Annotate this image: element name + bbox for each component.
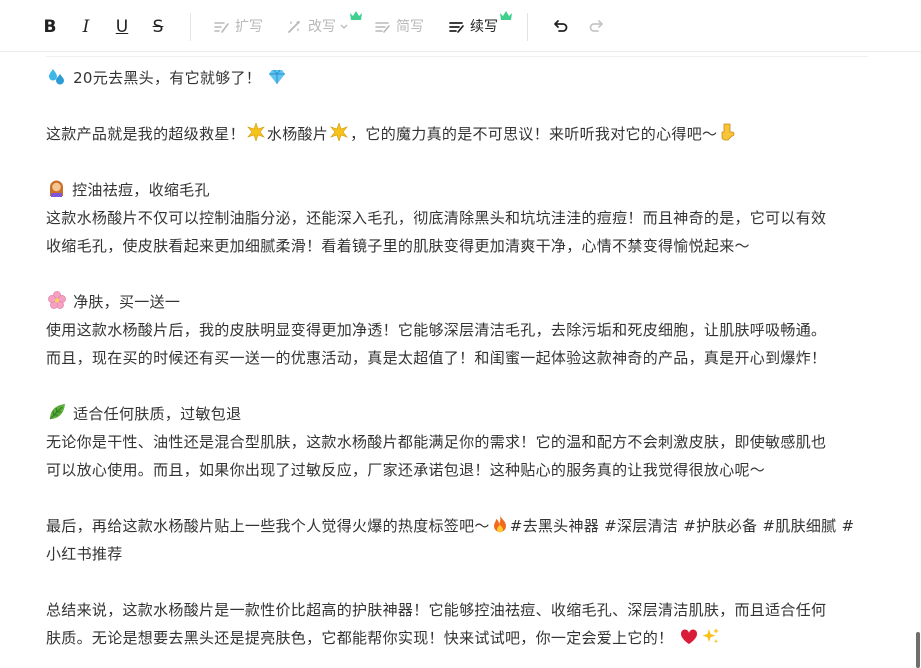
redo-icon xyxy=(589,20,603,32)
section-2-line-2: 而且，现在买的时候还有买一送一的优惠活动，真是太超值了！和闺蜜一起体验这款神奇的… xyxy=(46,349,827,367)
section-heading-2-text: 净肤，买一送一 xyxy=(73,293,181,311)
summary-line-2: 肤质。无论是想要去黑头还是提亮肤色，它都能帮你实现！快来试试吧，你一定会爱上它的… xyxy=(46,624,868,652)
section-1-line-1: 这款水杨酸片不仅可以控制油脂分泌，还能深入毛孔，彻底清除黑头和坑坑洼洼的痘痘！而… xyxy=(46,209,827,227)
section-3-line-2: 可以放心使用。而且，如果你出现了过敏反应，厂家还承诺包退！这种贴心的服务真的让我… xyxy=(46,461,766,479)
fire-icon xyxy=(493,515,506,533)
simplify-icon xyxy=(375,22,390,33)
paragraph-intro-title: 20元去黑头，有它就够了！ xyxy=(46,64,868,92)
crown-icon xyxy=(350,11,362,20)
section-heading-3: 适合任何肤质，过敏包退 xyxy=(46,400,868,428)
expand-icon xyxy=(214,22,229,33)
section-heading-1: 控油祛痘，收缩毛孔 xyxy=(46,176,868,204)
summary-text-b: 肤质。无论是想要去黑头还是提亮肤色，它都能帮你实现！快来试试吧，你一定会爱上它的… xyxy=(46,629,674,647)
woman-icon xyxy=(50,180,63,197)
sparkle-burst-icon xyxy=(247,123,265,141)
undo-icon xyxy=(554,20,568,32)
sparkles-icon xyxy=(702,628,720,644)
summary-line-1: 总结来说，这款水杨酸片是一款性价比超高的护肤神器！它能够控油祛痘、收缩毛孔、深层… xyxy=(46,601,827,619)
intro-title-text: 20元去黑头，有它就够了！ xyxy=(73,69,262,87)
crown-icon xyxy=(500,11,512,20)
pointing-down-icon xyxy=(721,123,735,141)
sparkle-burst-icon xyxy=(330,123,348,141)
gem-icon xyxy=(269,69,286,84)
section-2-line-1: 使用这款水杨酸片后，我的皮肤明显变得更加净透！它能够深层清洁毛孔，去除污垢和死皮… xyxy=(46,321,827,339)
editor-content[interactable]: 20元去黑头，有它就够了！ 这款产品就是我的超级救星！ 水杨酸片 ，它的魔力真的… xyxy=(46,64,868,652)
simplify-label: 简写 xyxy=(396,19,424,35)
bold-button[interactable]: B xyxy=(38,13,62,41)
paragraph-intro: 这款产品就是我的超级救星！ 水杨酸片 ，它的魔力真的是不可思议！来听听我对它的心… xyxy=(46,120,868,148)
tags-text-b: #去黑头神器 #深层清洁 #护肤必备 #肌肤细腻 # xyxy=(509,517,855,535)
intro-text-b: 水杨酸片 xyxy=(266,125,329,143)
tags-text-a: 最后，再给这款水杨酸片贴上一些我个人觉得火爆的热度标签吧～ xyxy=(46,517,490,535)
continue-button[interactable]: 续写 xyxy=(448,11,512,41)
toolbar-divider xyxy=(190,13,191,41)
chevron-down-icon xyxy=(340,24,348,29)
redo-button[interactable] xyxy=(586,13,608,41)
intro-text-c: ，它的魔力真的是不可思议！来听听我对它的心得吧～ xyxy=(350,125,718,143)
rewrite-label: 改写 xyxy=(308,19,336,35)
section-heading-2: 净肤，买一送一 xyxy=(46,288,868,316)
rewrite-icon xyxy=(288,21,300,33)
section-1-line-2: 收缩毛孔，使皮肤看起来更加细腻柔滑！看着镜子里的肌肤变得更加清爽干净，心情不禁变… xyxy=(46,237,750,255)
underline-button[interactable]: U xyxy=(110,13,134,41)
simplify-button[interactable]: 简写 xyxy=(374,13,424,41)
content-top-divider xyxy=(46,56,868,57)
toolbar-divider xyxy=(527,13,528,41)
editor-toolbar: B I U S 扩写 改写 简写 续写 xyxy=(0,0,921,52)
section-heading-3-text: 适合任何肤质，过敏包退 xyxy=(73,405,242,423)
tags-line-2: 小红书推荐 xyxy=(46,545,123,563)
continue-label: 续写 xyxy=(470,19,498,35)
sweat-droplets-icon xyxy=(49,69,64,85)
expand-label: 扩写 xyxy=(235,19,263,35)
section-3-line-1: 无论你是干性、油性还是混合型肌肤，这款水杨酸片都能满足你的需求！它的温和配方不会… xyxy=(46,433,827,451)
heart-icon xyxy=(681,629,698,644)
continue-icon xyxy=(449,22,464,33)
undo-button[interactable] xyxy=(549,13,571,41)
intro-text-a: 这款产品就是我的超级救星！ xyxy=(46,125,245,143)
tags-line-1: 最后，再给这款水杨酸片贴上一些我个人觉得火爆的热度标签吧～ #去黑头神器 #深层… xyxy=(46,512,868,540)
expand-button[interactable]: 扩写 xyxy=(213,13,263,41)
leaf-icon xyxy=(49,404,65,420)
section-heading-1-text: 控油祛痘，收缩毛孔 xyxy=(72,181,210,199)
rewrite-button[interactable]: 改写 xyxy=(286,11,362,41)
italic-button[interactable]: I xyxy=(74,13,98,41)
strikethrough-button[interactable]: S xyxy=(146,13,170,41)
vertical-scrollbar[interactable] xyxy=(916,632,920,668)
cherry-blossom-icon xyxy=(48,291,66,309)
